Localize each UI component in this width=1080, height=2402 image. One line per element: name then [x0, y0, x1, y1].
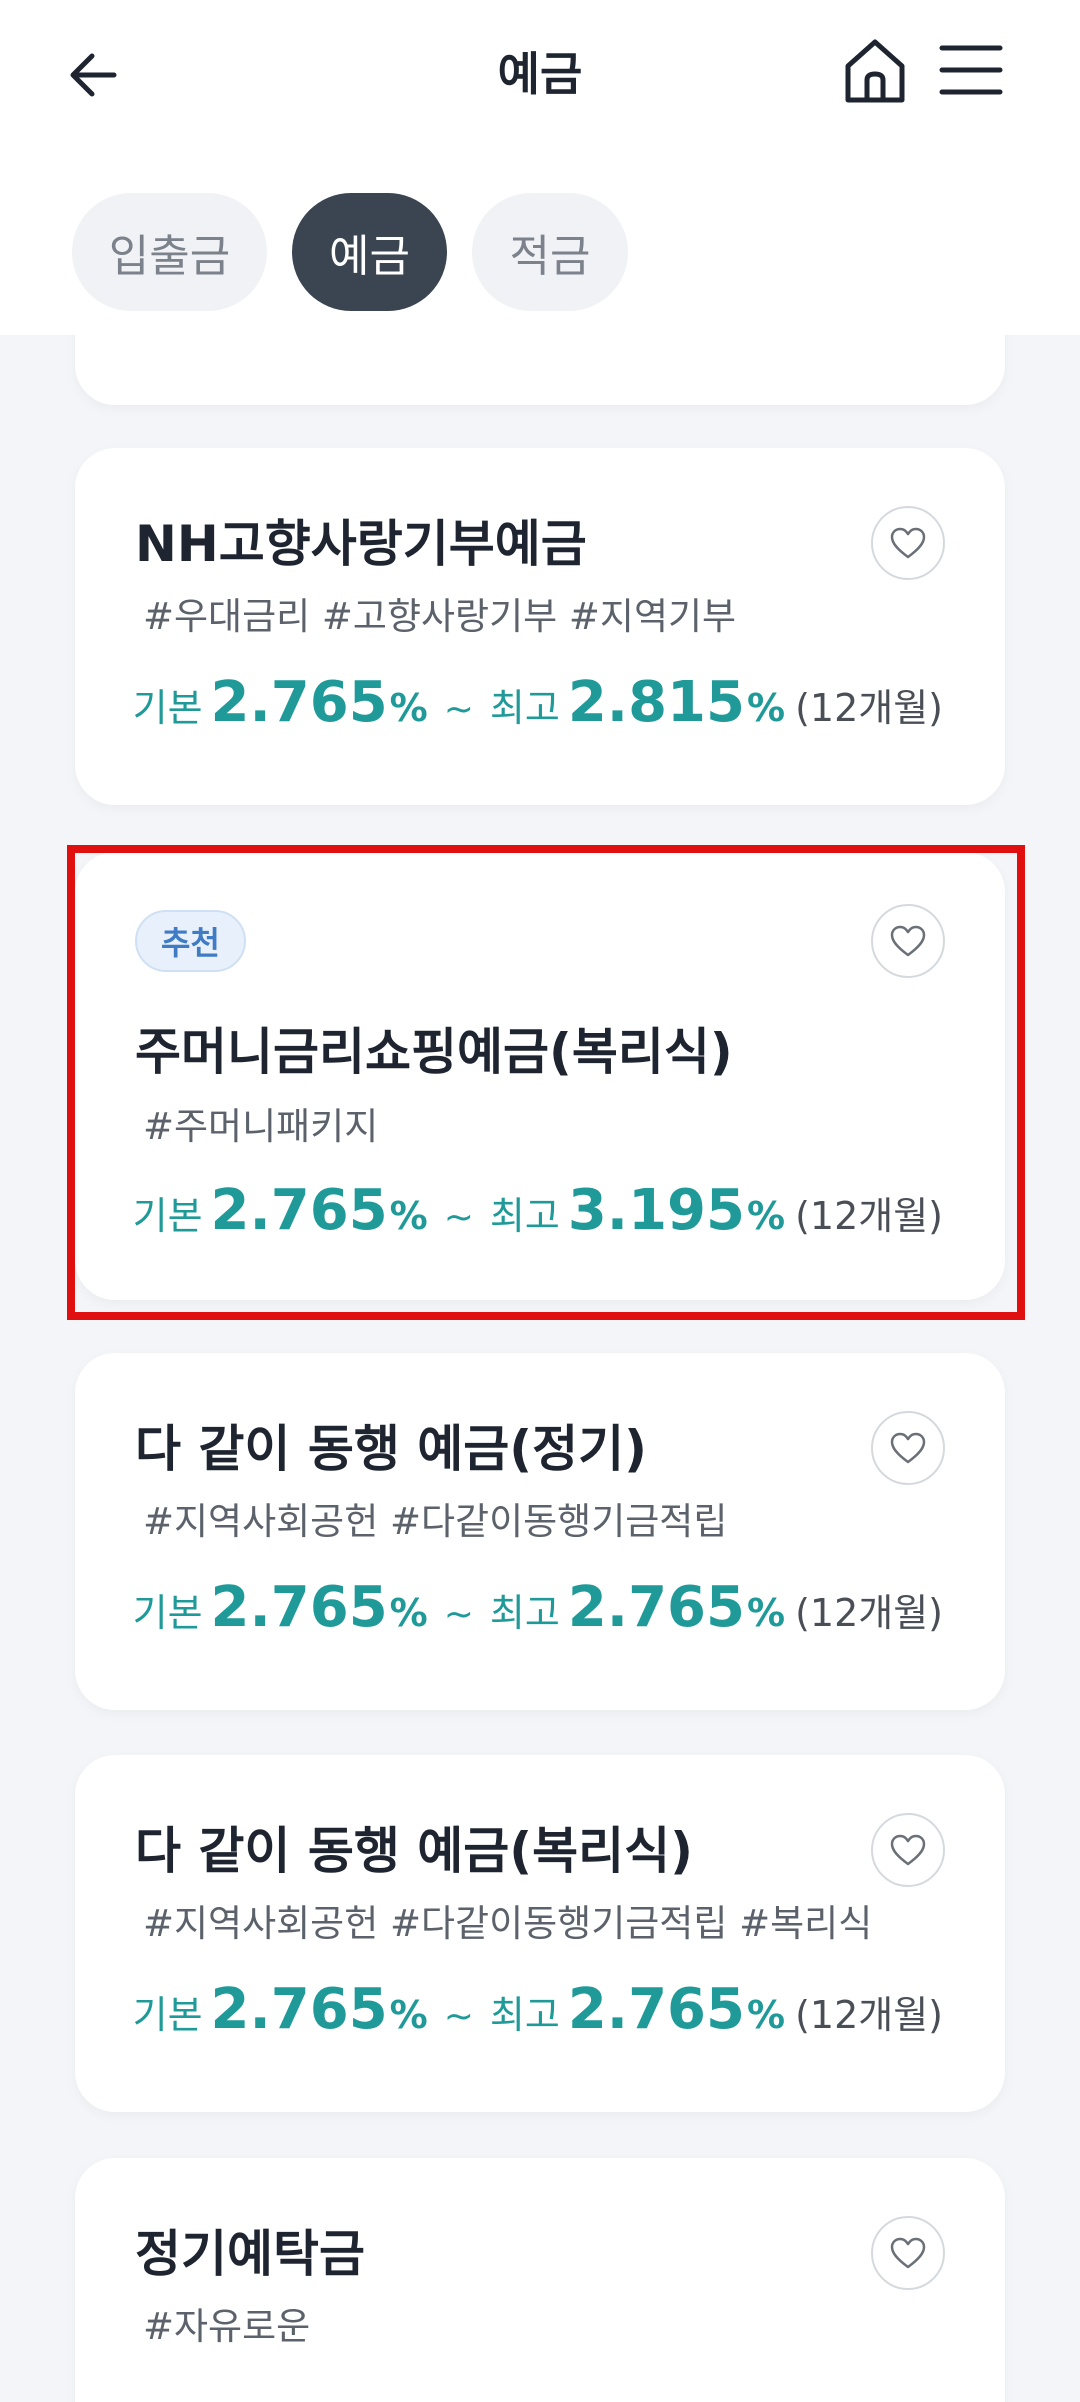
- app-header: 예금: [0, 0, 1080, 145]
- favorite-heart-icon[interactable]: [871, 1411, 945, 1485]
- percent-sign: %: [746, 686, 786, 730]
- product-card-recommended[interactable]: 추천 주머니금리쇼핑예금(복리식) #주머니패키지 기본 2.765 % ~ 최…: [75, 852, 1005, 1300]
- product-name: NH고향사랑기부예금: [135, 515, 587, 573]
- base-rate-value: 2.765: [210, 1977, 388, 2042]
- product-tags: #우대금리 #고향사랑기부 #지역기부: [143, 595, 737, 638]
- page-title: 예금: [497, 47, 583, 101]
- rate-line: 기본 2.765 % ~ 최고 2.765 % (12개월): [133, 1977, 943, 2042]
- percent-sign: %: [746, 1194, 786, 1238]
- product-card[interactable]: 다 같이 동행 예금(정기) #지역사회공헌 #다같이동행기금적립 기본 2.7…: [75, 1353, 1005, 1710]
- base-rate-label: 기본: [132, 1993, 203, 2037]
- range-tilde: ~: [443, 689, 474, 730]
- max-rate-label: 최고: [489, 686, 560, 730]
- rate-line: 기본 2.765 % ~ 최고 2.815 % (12개월): [133, 670, 943, 735]
- rate-term: (12개월): [795, 1194, 943, 1238]
- product-tags: #지역사회공헌 #다같이동행기금적립: [143, 1500, 728, 1543]
- product-tags: #주머니패키지: [143, 1105, 379, 1148]
- product-tabs: 입출금 예금 적금: [0, 145, 1080, 335]
- range-tilde: ~: [443, 1996, 474, 2037]
- rate-term: (12개월): [795, 686, 943, 730]
- product-tags: #지역사회공헌 #다같이동행기금적립 #복리식: [143, 1902, 873, 1945]
- rate-line: 기본 2.765 % ~ 최고 3.195 % (12개월): [133, 1178, 943, 1243]
- hamburger-menu-icon[interactable]: [938, 40, 1004, 100]
- base-rate-value: 2.765: [210, 1178, 388, 1243]
- max-rate-value: 2.815: [567, 670, 745, 735]
- product-name: 정기예탁금: [135, 2225, 365, 2283]
- product-name: 다 같이 동행 예금(정기): [135, 1420, 647, 1478]
- percent-sign: %: [389, 1194, 428, 1238]
- product-name: 주머니금리쇼핑예금(복리식): [135, 1023, 733, 1081]
- max-rate-value: 2.765: [567, 1977, 745, 2042]
- percent-sign: %: [389, 1993, 428, 2037]
- product-card[interactable]: 정기예탁금 #자유로운: [75, 2158, 1005, 2402]
- product-card-partial[interactable]: [75, 335, 1005, 405]
- rate-term: (12개월): [795, 1591, 943, 1635]
- recommended-badge: 추천: [135, 910, 246, 972]
- tab-deposit[interactable]: 예금: [292, 193, 447, 311]
- percent-sign: %: [746, 1993, 786, 2037]
- base-rate-value: 2.765: [210, 670, 388, 735]
- favorite-heart-icon[interactable]: [871, 2216, 945, 2290]
- favorite-heart-icon[interactable]: [871, 506, 945, 580]
- max-rate-label: 최고: [489, 1993, 560, 2037]
- range-tilde: ~: [443, 1594, 474, 1635]
- rate-term: (12개월): [795, 1993, 943, 2037]
- favorite-heart-icon[interactable]: [871, 1813, 945, 1887]
- percent-sign: %: [389, 1591, 428, 1635]
- product-tags: #자유로운: [143, 2305, 311, 2348]
- home-icon[interactable]: [840, 34, 910, 108]
- favorite-heart-icon[interactable]: [871, 904, 945, 978]
- product-card[interactable]: NH고향사랑기부예금 #우대금리 #고향사랑기부 #지역기부 기본 2.765 …: [75, 448, 1005, 805]
- percent-sign: %: [746, 1591, 786, 1635]
- max-rate-value: 2.765: [567, 1575, 745, 1640]
- base-rate-label: 기본: [132, 686, 203, 730]
- tab-savings[interactable]: 적금: [472, 193, 628, 311]
- max-rate-label: 최고: [489, 1591, 560, 1635]
- tab-checking[interactable]: 입출금: [72, 193, 267, 311]
- product-name: 다 같이 동행 예금(복리식): [135, 1822, 693, 1880]
- range-tilde: ~: [443, 1197, 474, 1238]
- max-rate-value: 3.195: [567, 1178, 745, 1243]
- base-rate-value: 2.765: [210, 1575, 388, 1640]
- max-rate-label: 최고: [489, 1194, 560, 1238]
- base-rate-label: 기본: [132, 1591, 203, 1635]
- product-list[interactable]: NH고향사랑기부예금 #우대금리 #고향사랑기부 #지역기부 기본 2.765 …: [0, 335, 1080, 2402]
- base-rate-label: 기본: [132, 1194, 203, 1238]
- percent-sign: %: [389, 686, 428, 730]
- rate-line: 기본 2.765 % ~ 최고 2.765 % (12개월): [133, 1575, 943, 1640]
- product-card[interactable]: 다 같이 동행 예금(복리식) #지역사회공헌 #다같이동행기금적립 #복리식 …: [75, 1755, 1005, 2112]
